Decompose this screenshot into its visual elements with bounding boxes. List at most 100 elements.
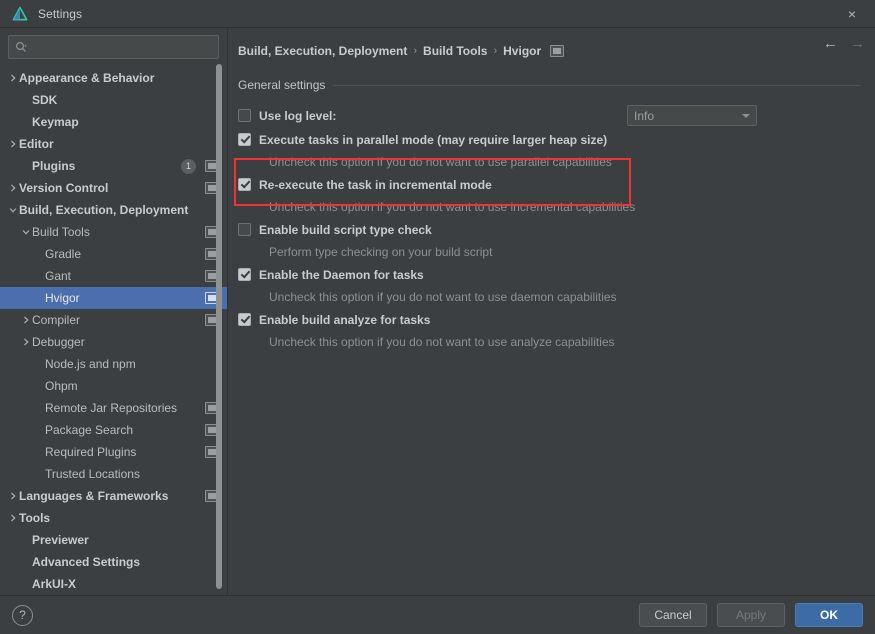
breadcrumb-item-0[interactable]: Build, Execution, Deployment [238, 44, 407, 58]
chevron-right-icon[interactable] [6, 140, 19, 148]
log-level-select[interactable]: Info [627, 105, 757, 126]
option-checkbox-execute-tasks-in-parallel-mode-may-requi[interactable] [238, 133, 251, 146]
title-bar: Settings × [0, 0, 875, 28]
sidebar-item-label: Appearance & Behavior [19, 71, 155, 85]
option-label-enable-build-script-type-check[interactable]: Enable build script type check [259, 223, 432, 237]
settings-tree[interactable]: Appearance & Behavior SDK Keymap Editor Plug… [0, 65, 227, 595]
sidebar-item-label: Trusted Locations [45, 467, 140, 481]
breadcrumb-item-1[interactable]: Build Tools [423, 44, 487, 58]
arrow-right-icon[interactable]: → [850, 36, 865, 51]
sidebar-item-label: Ohpm [45, 379, 78, 393]
general-settings-panel: General settings Use log level: Info Exe… [228, 66, 875, 595]
search-area [0, 28, 227, 65]
sidebar-item-keymap[interactable]: Keymap [0, 111, 227, 133]
chevron-right-icon[interactable] [6, 492, 19, 500]
search-box[interactable] [8, 35, 219, 59]
option-checkbox-enable-build-script-type-check[interactable] [238, 223, 251, 236]
sidebar-item-label: Editor [19, 137, 54, 151]
chevron-right-icon[interactable] [6, 74, 19, 82]
sidebar-item-languages-frameworks[interactable]: Languages & Frameworks [0, 485, 227, 507]
sidebar-item-gradle[interactable]: Gradle [0, 243, 227, 265]
sidebar-scrollbar-track[interactable] [216, 64, 222, 589]
sidebar-item-label: Plugins [32, 159, 76, 173]
chevron-right-icon[interactable] [19, 338, 32, 346]
sidebar-item-previewer[interactable]: Previewer [0, 529, 227, 551]
sidebar-item-label: Previewer [32, 533, 89, 547]
chevron-down-icon [742, 113, 750, 118]
options-list: Execute tasks in parallel mode (may requ… [238, 128, 861, 353]
chevron-right-icon[interactable] [6, 514, 19, 522]
option-checkbox-enable-the-daemon-for-tasks[interactable] [238, 268, 251, 281]
sidebar-item-editor[interactable]: Editor [0, 133, 227, 155]
dialog-footer: ? Cancel Apply OK [0, 595, 875, 634]
sidebar-item-sdk[interactable]: SDK [0, 89, 227, 111]
option-checkbox-enable-build-analyze-for-tasks[interactable] [238, 313, 251, 326]
sidebar-item-advanced-settings[interactable]: Advanced Settings [0, 551, 227, 573]
use-log-level-checkbox[interactable] [238, 109, 251, 122]
close-icon[interactable]: × [829, 0, 875, 27]
sidebar-item-label: ArkUI-X [32, 577, 77, 591]
sidebar-item-appearance-behavior[interactable]: Appearance & Behavior [0, 67, 227, 89]
option-description-execute-tasks-in-parallel-mode-may-requi: Uncheck this option if you do not want t… [269, 155, 612, 169]
breadcrumb-separator: › [493, 45, 498, 57]
option-checkbox-re-execute-the-task-in-incremental-mode[interactable] [238, 178, 251, 191]
sidebar-item-label: Required Plugins [45, 445, 137, 459]
dialog-body: Appearance & Behavior SDK Keymap Editor Plug… [0, 28, 875, 595]
option-label-enable-build-analyze-for-tasks[interactable]: Enable build analyze for tasks [259, 313, 430, 327]
sidebar-item-label: Gant [45, 269, 72, 283]
chevron-down-icon[interactable] [19, 228, 32, 236]
sidebar-item-label: Build, Execution, Deployment [19, 203, 189, 217]
chevron-right-icon[interactable] [19, 316, 32, 324]
sidebar-item-plugins[interactable]: Plugins 1 [0, 155, 227, 177]
sidebar-item-label: Hvigor [45, 291, 80, 305]
option-label-enable-the-daemon-for-tasks[interactable]: Enable the Daemon for tasks [259, 268, 424, 282]
sidebar-item-package-search[interactable]: Package Search [0, 419, 227, 441]
sidebar-item-tools[interactable]: Tools [0, 507, 227, 529]
log-level-value: Info [634, 108, 655, 123]
group-header: General settings [238, 78, 861, 92]
option-row-execute-tasks-in-parallel-mode-may-requi: Execute tasks in parallel mode (may requ… [238, 128, 861, 151]
chevron-right-icon[interactable] [6, 184, 19, 192]
sidebar-item-ohpm[interactable]: Ohpm [0, 375, 227, 397]
apply-button[interactable]: Apply [717, 603, 785, 627]
option-row-re-execute-the-task-in-incremental-mode: Re-execute the task in incremental mode [238, 173, 861, 196]
deveco-logo-icon [12, 6, 28, 20]
group-title: General settings [238, 78, 326, 92]
option-row-enable-the-daemon-for-tasks: Enable the Daemon for tasks [238, 263, 861, 286]
breadcrumb-item-2[interactable]: Hvigor [503, 44, 541, 58]
sidebar-item-required-plugins[interactable]: Required Plugins [0, 441, 227, 463]
sidebar-item-gant[interactable]: Gant [0, 265, 227, 287]
sidebar-item-debugger[interactable]: Debugger [0, 331, 227, 353]
sidebar-item-hvigor[interactable]: Hvigor [0, 287, 227, 309]
cancel-button[interactable]: Cancel [639, 603, 707, 627]
sidebar-item-label: Remote Jar Repositories [45, 401, 178, 415]
sidebar-item-remote-jar-repositories[interactable]: Remote Jar Repositories [0, 397, 227, 419]
chevron-down-icon[interactable] [6, 206, 19, 214]
window-title: Settings [38, 6, 83, 21]
sidebar-item-node-js-and-npm[interactable]: Node.js and npm [0, 353, 227, 375]
use-log-level-label[interactable]: Use log level: [259, 109, 336, 123]
sidebar-item-arkui-x[interactable]: ArkUI-X [0, 573, 227, 595]
option-description-re-execute-the-task-in-incremental-mode: Uncheck this option if you do not want t… [269, 200, 636, 214]
option-label-execute-tasks-in-parallel-mode-may-requi[interactable]: Execute tasks in parallel mode (may requ… [259, 133, 607, 147]
sidebar-item-label: Advanced Settings [32, 555, 141, 569]
sidebar-item-label: Version Control [19, 181, 109, 195]
sidebar-item-label: SDK [32, 93, 58, 107]
sidebar-item-trusted-locations[interactable]: Trusted Locations [0, 463, 227, 485]
sidebar-item-label: Debugger [32, 335, 85, 349]
help-icon[interactable]: ? [12, 604, 33, 626]
settings-content: Build, Execution, Deployment › Build Too… [228, 28, 875, 595]
sidebar-scrollbar-thumb[interactable] [216, 64, 222, 589]
module-scope-icon[interactable] [550, 45, 565, 57]
ok-button[interactable]: OK [795, 603, 863, 627]
option-label-re-execute-the-task-in-incremental-mode[interactable]: Re-execute the task in incremental mode [259, 178, 492, 192]
arrow-left-icon[interactable]: ← [823, 36, 838, 51]
sidebar-item-version-control[interactable]: Version Control [0, 177, 227, 199]
sidebar-item-build-execution-deployment[interactable]: Build, Execution, Deployment [0, 199, 227, 221]
sidebar-item-label: Gradle [45, 247, 82, 261]
group-divider [333, 84, 861, 86]
search-input[interactable] [31, 39, 212, 55]
sidebar-item-compiler[interactable]: Compiler [0, 309, 227, 331]
sidebar-item-build-tools[interactable]: Build Tools [0, 221, 227, 243]
sidebar-item-badge: 1 [181, 158, 196, 174]
